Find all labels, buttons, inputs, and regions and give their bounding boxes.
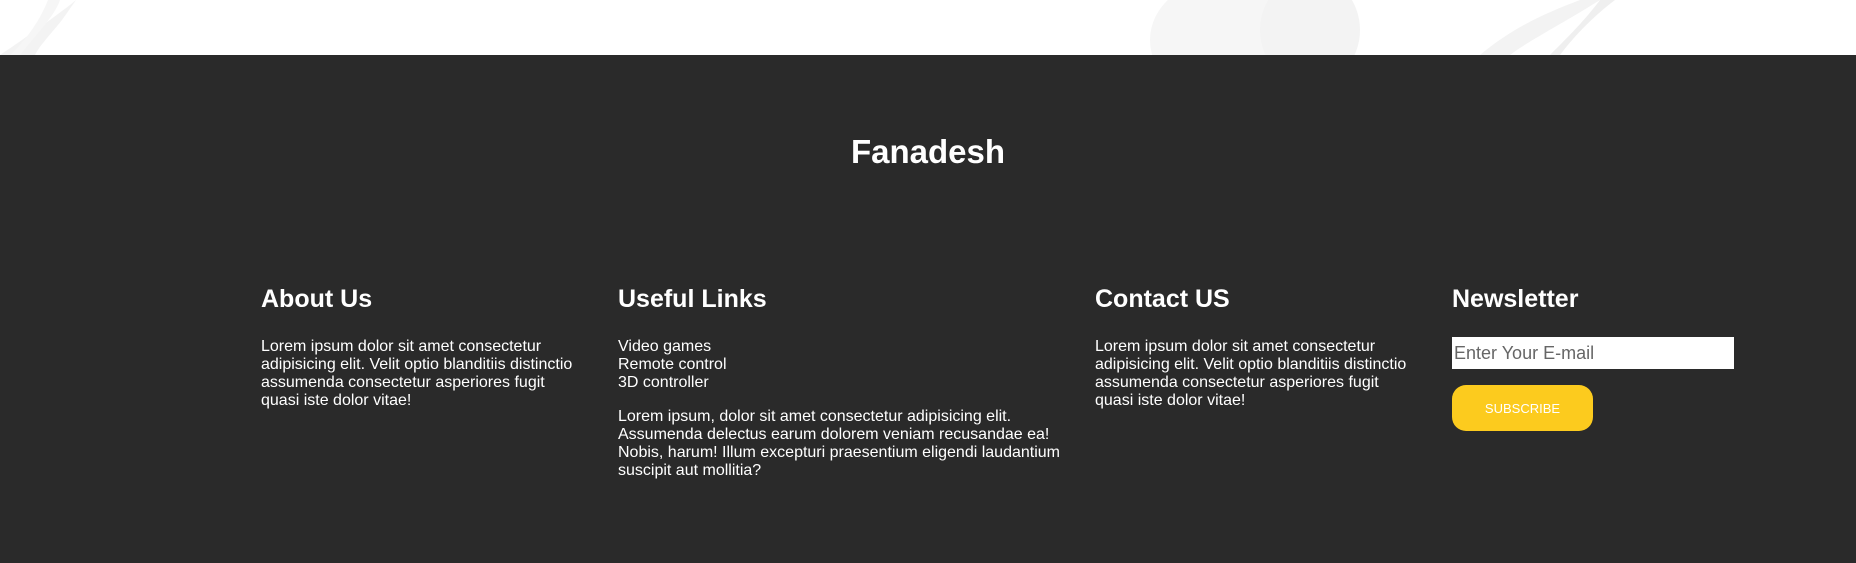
about-section: About Us Lorem ipsum dolor sit amet cons… bbox=[261, 284, 581, 410]
contact-section: Contact US Lorem ipsum dolor sit amet co… bbox=[1095, 284, 1415, 410]
about-heading: About Us bbox=[261, 285, 373, 313]
contact-heading: Contact US bbox=[1095, 285, 1230, 313]
link-video-games[interactable]: Video games bbox=[618, 338, 1078, 356]
useful-links-section: Useful Links Video games Remote control … bbox=[618, 284, 1078, 480]
newsletter-email-input[interactable] bbox=[1452, 337, 1734, 369]
footer-brand-title: Fanadesh bbox=[850, 133, 1006, 170]
useful-links-heading: Useful Links bbox=[618, 285, 767, 313]
subscribe-button[interactable]: SUBSCRIBE bbox=[1452, 385, 1593, 431]
contact-text: Lorem ipsum dolor sit amet consectetur a… bbox=[1095, 338, 1407, 409]
link-remote-control[interactable]: Remote control bbox=[618, 356, 1078, 374]
newsletter-heading: Newsletter bbox=[1452, 285, 1579, 313]
site-footer: Fanadesh About Us Lorem ipsum dolor sit … bbox=[0, 55, 1856, 563]
leaf-pattern-decoration bbox=[0, 0, 1615, 55]
link-3d-controller[interactable]: 3D controller bbox=[618, 374, 1078, 392]
useful-links-list: Video games Remote control 3D controller bbox=[618, 338, 1078, 392]
useful-links-text: Lorem ipsum, dolor sit amet consectetur … bbox=[618, 408, 1060, 479]
top-decorative-strip bbox=[0, 0, 1856, 55]
newsletter-section: Newsletter SUBSCRIBE bbox=[1452, 284, 1742, 431]
about-text: Lorem ipsum dolor sit amet consectetur a… bbox=[261, 338, 573, 409]
